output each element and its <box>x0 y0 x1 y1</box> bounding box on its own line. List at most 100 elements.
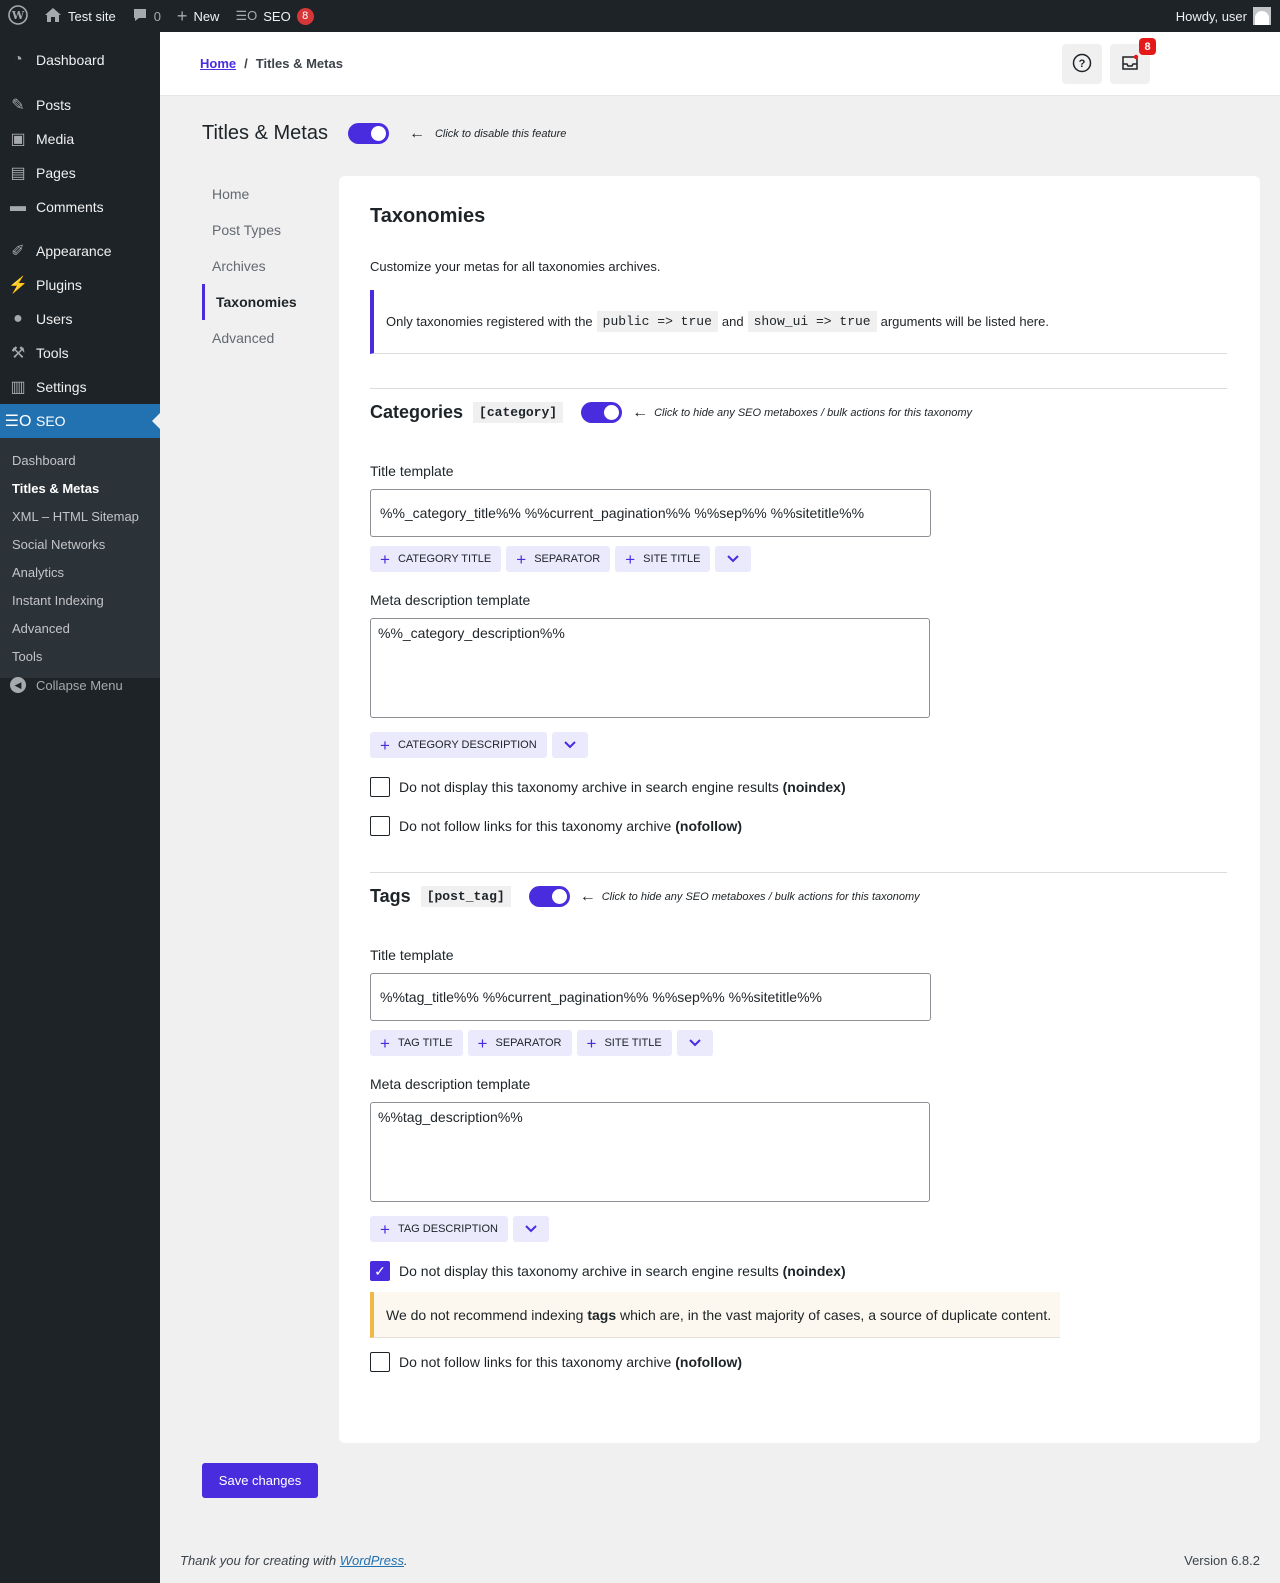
warning-text: which are, in the vast majority of cases… <box>620 1306 1052 1323</box>
notice-code: show_ui => true <box>747 311 877 332</box>
title-template-label: Title template <box>370 463 454 479</box>
title-template-label: Title template <box>370 947 454 963</box>
home-icon <box>44 7 62 26</box>
divider <box>370 872 1227 873</box>
submenu-item-tools[interactable]: Tools <box>0 642 160 670</box>
title-template-input[interactable]: %%tag_title%% %%current_pagination%% %%s… <box>370 973 931 1021</box>
plugin-header: Home / Titles & Metas ? 8 <box>160 32 1280 96</box>
taxonomy-toggle-hint: ← Click to hide any SEO metaboxes / bulk… <box>632 404 972 422</box>
insert-site-title-button[interactable]: + Site title <box>576 1030 672 1056</box>
arrow-left-icon: ← <box>579 887 596 905</box>
menu-item-settings[interactable]: ▥ Settings <box>0 370 160 404</box>
menu-item-seo[interactable]: ☰O SEO <box>0 404 160 438</box>
noindex-label: Do not display this taxonomy archive in … <box>399 1263 846 1279</box>
insert-category-title-button[interactable]: + Category title <box>370 546 502 572</box>
brush-icon: ✐ <box>11 243 25 260</box>
seo-submenu: Dashboard Titles & Metas XML – HTML Site… <box>0 438 160 678</box>
feature-toggle[interactable] <box>347 123 389 144</box>
nofollow-checkbox[interactable] <box>370 816 390 836</box>
tag-label: Separator <box>495 1037 562 1049</box>
noindex-checkbox[interactable]: ✓ <box>370 1261 390 1281</box>
save-changes-button[interactable]: Save changes <box>202 1463 318 1498</box>
taxonomy-slug: [category] <box>473 402 564 423</box>
tab-post-types[interactable]: Post Types <box>202 212 322 248</box>
seo-adminbar-link[interactable]: ☰O SEO 8 <box>227 0 321 32</box>
tag-label: Category title <box>397 553 492 565</box>
more-tags-button[interactable] <box>551 732 588 758</box>
notice-code: public => true <box>596 311 718 332</box>
wordpress-link[interactable]: WordPress <box>340 1553 404 1568</box>
insert-tag-title-button[interactable]: + Tag title <box>370 1030 463 1056</box>
taxonomy-toggle[interactable] <box>581 402 623 423</box>
submenu-item-social-networks[interactable]: Social Networks <box>0 530 160 558</box>
menu-item-media[interactable]: ▣ Media <box>0 122 160 156</box>
collapse-icon: ◀ <box>0 677 36 693</box>
admin-bar: W Test site 0 + New ☰O SEO 8 Howdy, user <box>0 0 1280 32</box>
more-tags-button[interactable] <box>715 546 752 572</box>
submenu-item-dashboard[interactable]: Dashboard <box>0 446 160 474</box>
seo-icon: ☰O <box>4 413 32 430</box>
nofollow-checkbox[interactable] <box>370 1352 390 1372</box>
wrench-icon: ⚒ <box>10 345 26 362</box>
menu-item-tools[interactable]: ⚒ Tools <box>0 336 160 370</box>
meta-description-textarea[interactable]: %%_category_description%% <box>370 618 930 718</box>
collapse-menu-button[interactable]: ◀ Collapse Menu <box>0 668 123 702</box>
menu-item-comments[interactable]: ▬ Comments <box>0 190 160 224</box>
insert-separator-button[interactable]: + Separator <box>467 1030 572 1056</box>
more-tags-button[interactable] <box>512 1216 549 1242</box>
menu-label: Posts <box>36 97 72 113</box>
tab-advanced[interactable]: Advanced <box>202 320 322 356</box>
taxonomy-name: Categories <box>370 402 464 422</box>
menu-item-appearance[interactable]: ✐ Appearance <box>0 234 160 268</box>
comment-icon <box>132 7 148 26</box>
submenu-item-advanced[interactable]: Advanced <box>0 614 160 642</box>
insert-site-title-button[interactable]: + Site title <box>615 546 711 572</box>
breadcrumb-separator: / <box>244 56 248 71</box>
taxonomy-toggle[interactable] <box>528 886 570 907</box>
menu-item-dashboard[interactable]: ◔ Dashboard <box>0 43 160 77</box>
breadcrumb-home-link[interactable]: Home <box>200 56 236 71</box>
tab-home[interactable]: Home <box>202 176 322 212</box>
taxonomy-header-tags: Tags [post_tag] ← Click to hide any SEO … <box>370 886 920 907</box>
submenu-item-sitemap[interactable]: XML – HTML Sitemap <box>0 502 160 530</box>
insert-tag-description-button[interactable]: + Tag description <box>370 1216 508 1242</box>
more-tags-button[interactable] <box>676 1030 713 1056</box>
comment-icon: ▬ <box>10 198 26 215</box>
submenu-item-analytics[interactable]: Analytics <box>0 558 160 586</box>
page-title: Titles & Metas <box>202 122 328 144</box>
wordpress-icon: W <box>8 4 28 28</box>
notification-badge: 8 <box>1139 38 1156 55</box>
menu-item-posts[interactable]: ✎ Posts <box>0 88 160 122</box>
menu-item-pages[interactable]: ▤ Pages <box>0 156 160 190</box>
menu-item-plugins[interactable]: ⚡ Plugins <box>0 268 160 302</box>
help-button[interactable]: ? <box>1062 44 1102 84</box>
new-content-link[interactable]: + New <box>169 0 228 32</box>
arrow-left-icon: ← <box>632 403 649 421</box>
menu-label: Comments <box>36 199 104 215</box>
submenu-item-instant-indexing[interactable]: Instant Indexing <box>0 586 160 614</box>
chevron-down-icon <box>727 552 740 566</box>
settings-tabs: Home Post Types Archives Taxonomies Adva… <box>202 176 322 356</box>
site-name-link[interactable]: Test site <box>36 0 124 32</box>
tag-label: Tag title <box>397 1037 453 1049</box>
insert-separator-button[interactable]: + Separator <box>506 546 611 572</box>
insert-category-description-button[interactable]: + Category description <box>370 732 547 758</box>
meta-description-textarea[interactable]: %%tag_description%% <box>370 1102 930 1202</box>
menu-item-users[interactable]: ● Users <box>0 302 160 336</box>
settings-icon: ▥ <box>10 379 26 396</box>
taxonomies-panel: Taxonomies Customize your metas for all … <box>339 176 1260 1443</box>
comments-link[interactable]: 0 <box>124 0 169 32</box>
submenu-item-titles-metas[interactable]: Titles & Metas <box>0 474 160 502</box>
title-template-input[interactable]: %%_category_title%% %%current_pagination… <box>370 489 931 537</box>
tab-archives[interactable]: Archives <box>202 248 322 284</box>
title-tag-buttons: + Tag title + Separator + Site title <box>370 1030 713 1056</box>
wordpress-logo-button[interactable]: W <box>0 0 36 32</box>
notifications-button[interactable]: 8 <box>1110 38 1156 84</box>
tab-taxonomies[interactable]: Taxonomies <box>202 284 322 320</box>
noindex-checkbox[interactable] <box>370 777 390 797</box>
user-account-menu[interactable]: Howdy, user <box>1168 0 1280 32</box>
footer-text: . <box>404 1553 408 1568</box>
plus-icon: + <box>477 1033 488 1053</box>
avatar <box>1253 7 1271 25</box>
hint-text: Click to disable this feature <box>434 127 567 140</box>
